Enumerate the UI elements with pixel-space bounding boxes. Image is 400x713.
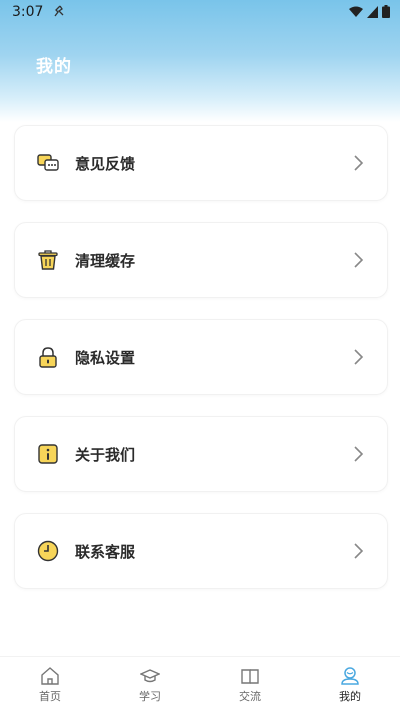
status-bar: 3:07 xyxy=(0,0,400,24)
battery-icon xyxy=(382,5,390,18)
trash-icon xyxy=(38,250,58,270)
chevron-right-icon xyxy=(354,252,364,268)
chevron-right-icon xyxy=(354,349,364,365)
tab-communicate[interactable]: 交流 xyxy=(200,657,300,713)
menu-item-label: 清理缓存 xyxy=(75,252,136,270)
menu-item-clear-cache[interactable]: 清理缓存 xyxy=(14,222,388,298)
clock-icon xyxy=(37,540,59,562)
user-icon xyxy=(341,667,359,685)
menu-item-label: 意见反馈 xyxy=(75,155,136,173)
tab-label: 首页 xyxy=(39,690,61,703)
chevron-right-icon xyxy=(354,155,364,171)
tab-home[interactable]: 首页 xyxy=(0,657,100,713)
wifi-icon xyxy=(349,6,363,17)
menu-item-contact-support[interactable]: 联系客服 xyxy=(14,513,388,589)
feedback-chat-icon xyxy=(37,154,59,171)
menu-item-label: 联系客服 xyxy=(75,543,136,561)
tab-label: 学习 xyxy=(139,690,161,703)
book-icon xyxy=(241,669,259,684)
graduation-cap-icon xyxy=(140,669,160,683)
notification-icon xyxy=(54,5,64,17)
bottom-tab-bar: 首页 学习 交流 我的 xyxy=(0,656,400,713)
tab-mine[interactable]: 我的 xyxy=(300,657,400,713)
menu-item-label: 关于我们 xyxy=(75,446,136,464)
chevron-right-icon xyxy=(354,543,364,559)
info-icon xyxy=(38,444,58,464)
chevron-right-icon xyxy=(354,446,364,462)
tab-label: 我的 xyxy=(339,690,361,703)
home-icon xyxy=(41,667,59,685)
menu-item-about-us[interactable]: 关于我们 xyxy=(14,416,388,492)
menu-item-feedback[interactable]: 意见反馈 xyxy=(14,125,388,201)
menu-item-label: 隐私设置 xyxy=(75,349,136,367)
menu-item-privacy[interactable]: 隐私设置 xyxy=(14,319,388,395)
status-time: 3:07 xyxy=(12,4,44,20)
lock-icon xyxy=(39,347,57,368)
tab-study[interactable]: 学习 xyxy=(100,657,200,713)
tab-label: 交流 xyxy=(239,690,261,703)
signal-icon xyxy=(367,5,378,18)
page-title: 我的 xyxy=(36,57,72,77)
profile-header: 3:07 我的 xyxy=(0,0,400,122)
